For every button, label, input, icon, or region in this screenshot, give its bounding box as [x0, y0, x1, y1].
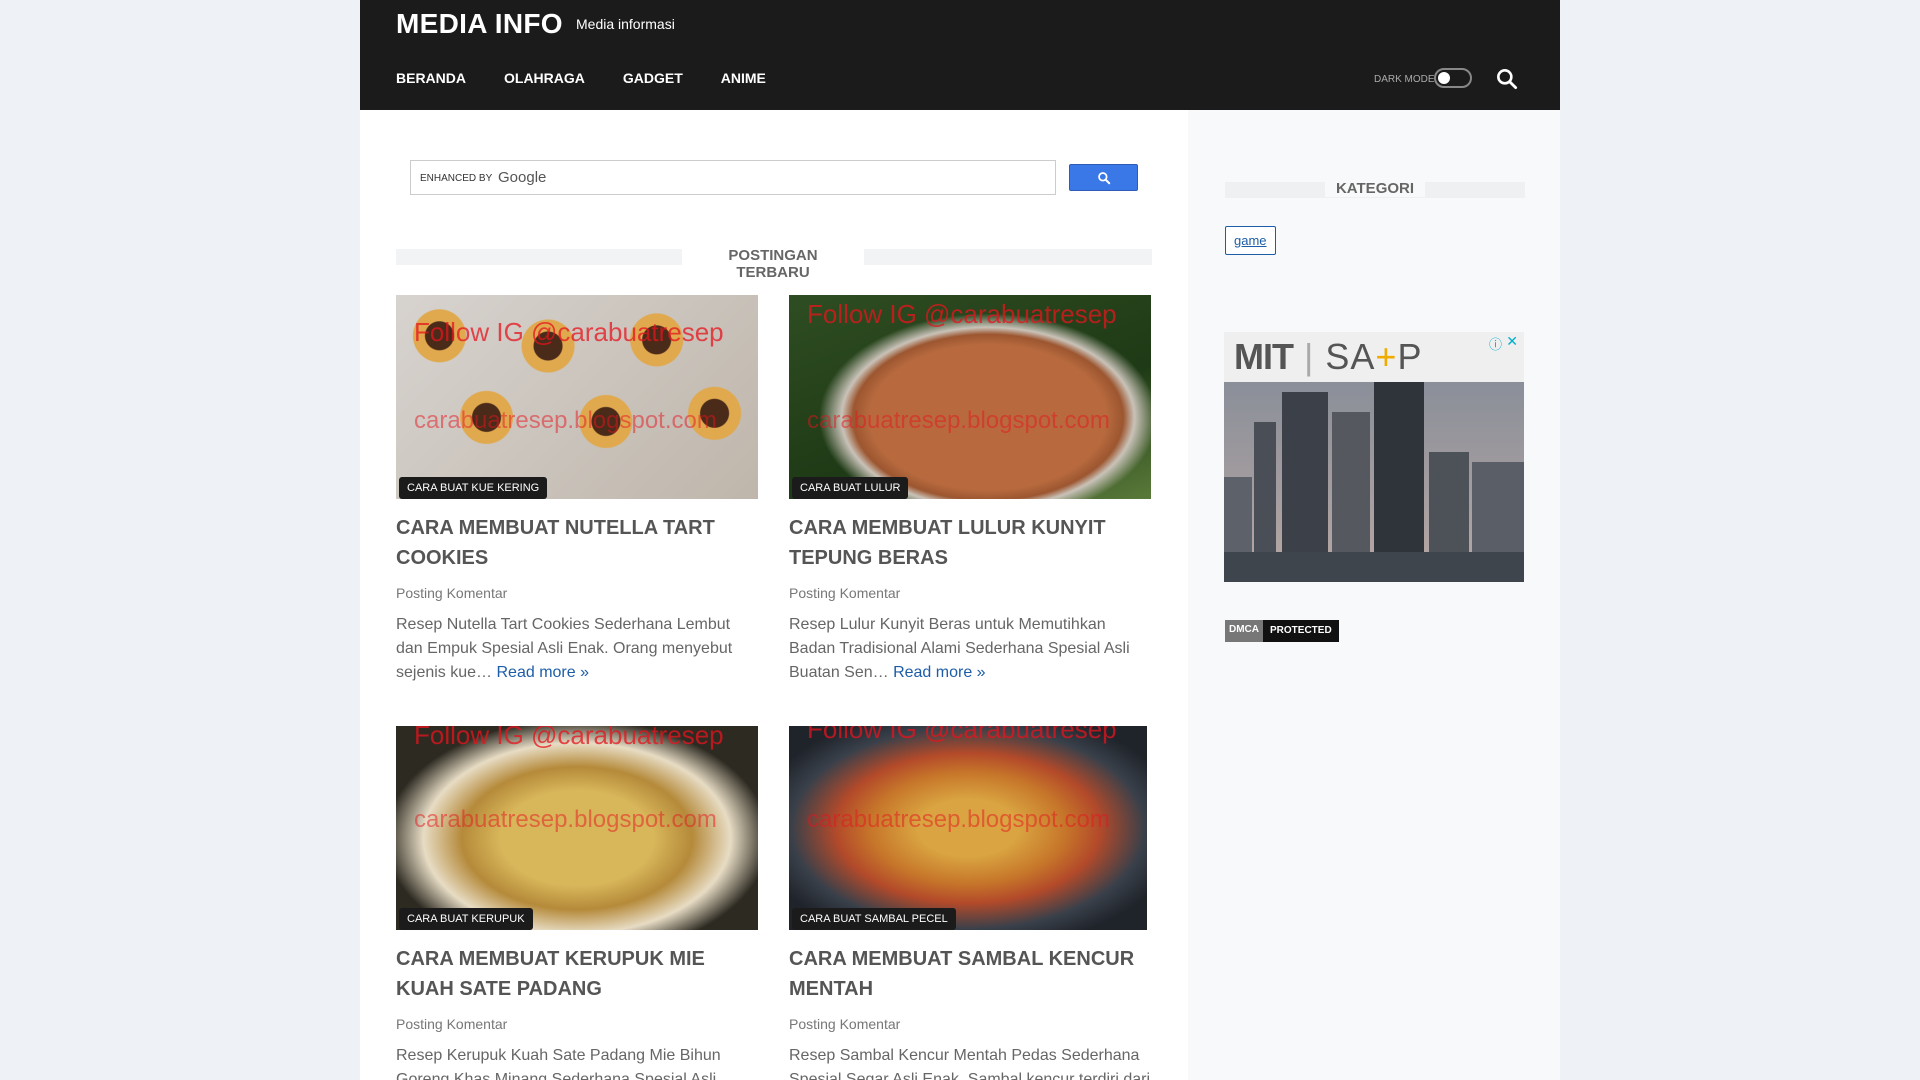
category-badge[interactable]: CARA BUAT SAMBAL PECEL: [792, 908, 956, 930]
thumbnail-watermark: carabuatresep.blogspot.com: [807, 407, 1110, 434]
main-content: ENHANCED BY Google POSTINGAN TERBARU Fol…: [360, 110, 1188, 1080]
thumbnail-watermark: Follow IG @carabuatresep: [807, 726, 1117, 744]
google-search-input[interactable]: ENHANCED BY Google: [410, 160, 1056, 195]
post-card[interactable]: Follow IG @carabuatresep carabuatresep.b…: [789, 295, 1151, 685]
read-more-link[interactable]: Read more »: [497, 664, 590, 681]
dmca-label: DMCA: [1225, 620, 1263, 642]
excerpt-text: Resep Kerupuk Kuah Sate Padang Mie Bihun…: [396, 1047, 721, 1080]
ad-close-icon[interactable]: ✕: [1506, 333, 1518, 350]
ad-logo-plus: +: [1375, 336, 1398, 377]
ad-city-image: [1224, 382, 1524, 582]
nav-item-beranda[interactable]: BERANDA: [396, 70, 466, 86]
post-card[interactable]: Follow IG @carabuatresep carabuatresep.b…: [789, 726, 1151, 1080]
post-excerpt: Resep Sambal Kencur Mentah Pedas Sederha…: [789, 1044, 1151, 1080]
google-search-icon: [1098, 172, 1111, 185]
search-icon[interactable]: [1494, 66, 1520, 92]
category-badge[interactable]: CARA BUAT KERUPUK: [399, 908, 533, 930]
excerpt-text: Resep Sambal Kencur Mentah Pedas Sederha…: [789, 1047, 1151, 1080]
post-thumbnail[interactable]: Follow IG @carabuatresep carabuatresep.b…: [396, 726, 758, 930]
category-badge[interactable]: CARA BUAT LULUR: [792, 477, 909, 499]
thumbnail-watermark: carabuatresep.blogspot.com: [807, 806, 1110, 833]
advertisement[interactable]: MIT | SA+P ⓘ ✕: [1224, 332, 1524, 582]
dark-mode-label: DARK MODE: [1374, 74, 1435, 85]
post-thumbnail[interactable]: Follow IG @carabuatresep carabuatresep.b…: [396, 295, 758, 499]
post-title[interactable]: CARA MEMBUAT KERUPUK MIE KUAH SATE PADAN…: [396, 944, 758, 1004]
main-nav: BERANDA OLAHRAGA GADGET ANIME: [396, 70, 766, 86]
read-more-link[interactable]: Read more »: [893, 664, 986, 681]
section-title: POSTINGAN TERBARU: [682, 247, 864, 281]
post-title[interactable]: CARA MEMBUAT NUTELLA TART COOKIES: [396, 513, 758, 573]
thumbnail-watermark: carabuatresep.blogspot.com: [414, 806, 717, 833]
dmca-protected-label: PROTECTED: [1263, 620, 1339, 642]
nav-item-olahraga[interactable]: OLAHRAGA: [504, 70, 585, 86]
enhanced-by-label: ENHANCED BY: [420, 173, 493, 184]
post-comments[interactable]: Posting Komentar: [396, 585, 758, 601]
post-title[interactable]: CARA MEMBUAT SAMBAL KENCUR MENTAH: [789, 944, 1151, 1004]
dmca-badge[interactable]: DMCA PROTECTED: [1225, 620, 1339, 642]
post-excerpt: Resep Nutella Tart Cookies Sederhana Lem…: [396, 613, 758, 685]
post-comments[interactable]: Posting Komentar: [396, 1016, 758, 1032]
ad-info-icon[interactable]: ⓘ: [1489, 334, 1502, 353]
post-thumbnail[interactable]: Follow IG @carabuatresep carabuatresep.b…: [789, 295, 1151, 499]
post-card[interactable]: Follow IG @carabuatresep carabuatresep.b…: [396, 295, 758, 685]
site-header: MEDIA INFO Media informasi BERANDA OLAHR…: [360, 0, 1560, 110]
thumbnail-watermark: Follow IG @carabuatresep: [414, 317, 724, 347]
ad-logo-divider: |: [1304, 336, 1315, 377]
thumbnail-watermark: carabuatresep.blogspot.com: [414, 407, 717, 434]
site-title[interactable]: MEDIA INFO: [396, 8, 563, 40]
site-description: Media informasi: [576, 16, 675, 32]
sidebar: KATEGORI game MIT | SA+P ⓘ ✕ DMCA PROTEC…: [1188, 110, 1560, 1080]
thumbnail-watermark: Follow IG @carabuatresep: [807, 299, 1117, 329]
post-card[interactable]: Follow IG @carabuatresep carabuatresep.b…: [396, 726, 758, 1080]
google-wordmark: Google: [498, 169, 547, 186]
ad-logo-p: P: [1397, 336, 1423, 377]
nav-item-gadget[interactable]: GADGET: [623, 70, 683, 86]
category-badge[interactable]: CARA BUAT KUE KERING: [399, 477, 548, 499]
google-search-button[interactable]: [1069, 164, 1138, 191]
ad-header: MIT | SA+P ⓘ ✕: [1224, 332, 1524, 382]
nav-item-anime[interactable]: ANIME: [721, 70, 766, 86]
post-comments[interactable]: Posting Komentar: [789, 585, 1151, 601]
sidebar-title: KATEGORI: [1325, 180, 1425, 197]
toggle-knob: [1438, 72, 1450, 84]
post-title[interactable]: CARA MEMBUAT LULUR KUNYIT TEPUNG BERAS: [789, 513, 1151, 573]
post-excerpt: Resep Lulur Kunyit Beras untuk Memutihka…: [789, 613, 1151, 685]
post-thumbnail[interactable]: Follow IG @carabuatresep carabuatresep.b…: [789, 726, 1147, 930]
ad-logo-mit: MIT: [1234, 336, 1294, 377]
category-tag-game[interactable]: game: [1225, 226, 1276, 255]
post-comments[interactable]: Posting Komentar: [789, 1016, 1151, 1032]
dark-mode-toggle[interactable]: [1434, 68, 1472, 88]
ad-logo: MIT | SA+P: [1234, 336, 1422, 378]
thumbnail-watermark: Follow IG @carabuatresep: [414, 726, 724, 750]
post-excerpt: Resep Kerupuk Kuah Sate Padang Mie Bihun…: [396, 1044, 758, 1080]
ad-logo-sa: SA: [1325, 336, 1376, 377]
